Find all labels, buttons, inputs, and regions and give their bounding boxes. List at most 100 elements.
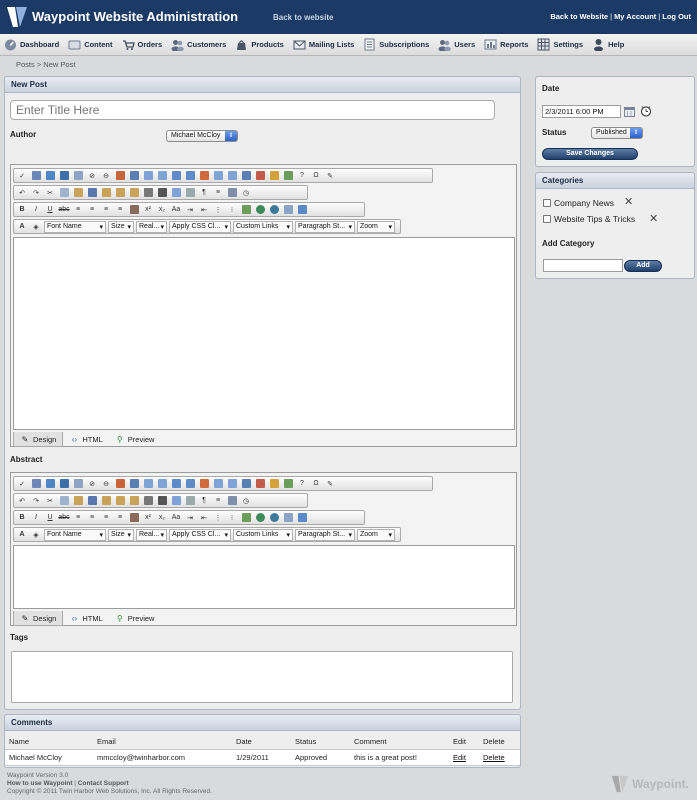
font-name-dropdown[interactable]: Font Name [44, 220, 106, 233]
insert-table-icon[interactable] [128, 478, 140, 490]
nav-content[interactable]: Content [68, 38, 113, 51]
redo-icon[interactable]: ↷ [30, 495, 42, 507]
form-element-icon[interactable] [268, 478, 280, 490]
insert-date-icon[interactable] [226, 495, 238, 507]
edit-properties-icon[interactable] [282, 170, 294, 182]
document-manager-icon[interactable] [72, 170, 84, 182]
find-replace-icon[interactable] [156, 187, 168, 199]
align-left-icon[interactable]: ≡ [72, 512, 84, 524]
spellcheck-icon[interactable]: ✓ [16, 170, 28, 182]
font-color-icon[interactable]: A [16, 221, 28, 233]
font-size-dropdown[interactable]: Size [108, 528, 134, 541]
font-name-dropdown[interactable]: Font Name [44, 528, 106, 541]
convert-case-icon[interactable]: Aa [170, 512, 182, 524]
link-manager-icon[interactable]: ⊖ [100, 478, 112, 490]
log-out-link[interactable]: Log Out [662, 12, 691, 21]
media-manager-icon[interactable] [58, 170, 70, 182]
delete-row-icon[interactable] [198, 478, 210, 490]
insert-image-icon[interactable] [240, 204, 252, 216]
template-manager-icon[interactable] [114, 478, 126, 490]
undo-icon[interactable]: ↶ [16, 187, 28, 199]
insert-time-icon[interactable]: ◷ [240, 495, 252, 507]
paste-icon[interactable] [72, 187, 84, 199]
select-all-icon[interactable] [170, 495, 182, 507]
numbered-list-icon[interactable]: ⋮ [212, 512, 224, 524]
special-characters-icon[interactable]: Ω [310, 170, 322, 182]
cell-properties-icon[interactable] [240, 170, 252, 182]
table-column-icon[interactable] [156, 478, 168, 490]
horizontal-rule-icon[interactable]: ≡ [212, 495, 224, 507]
paste-as-html-icon[interactable] [114, 495, 126, 507]
module-manager-icon[interactable] [296, 512, 308, 524]
font-color-icon[interactable]: A [16, 529, 28, 541]
justify-icon[interactable]: ≡ [114, 512, 126, 524]
font-size-dropdown[interactable]: Size [108, 220, 134, 233]
nav-customers[interactable]: Customers [171, 38, 226, 51]
remove-alignment-icon[interactable] [128, 204, 140, 216]
superscript-icon[interactable]: x² [142, 512, 154, 524]
apply-css-class-dropdown[interactable]: Apply CSS Cl... [169, 528, 231, 541]
background-color-icon[interactable]: ◈ [30, 529, 42, 541]
undo-icon[interactable]: ↶ [16, 495, 28, 507]
author-select[interactable]: Michael McCloy ⇕ [166, 130, 238, 142]
table-properties-icon[interactable] [254, 170, 266, 182]
cut-icon[interactable]: ✂ [44, 187, 56, 199]
nav-mailing-lists[interactable]: Mailing Lists [293, 38, 354, 51]
paste-html-icon[interactable] [128, 187, 140, 199]
table-properties-icon[interactable] [254, 478, 266, 490]
nav-users[interactable]: Users [438, 38, 475, 51]
custom-tool-icon[interactable]: ✎ [324, 170, 336, 182]
print-icon[interactable] [142, 187, 154, 199]
bold-icon[interactable]: B [16, 204, 28, 216]
cell-properties-icon[interactable] [240, 478, 252, 490]
merge-cells-icon[interactable] [212, 170, 224, 182]
bold-icon[interactable]: B [16, 512, 28, 524]
tab-design[interactable]: ✎ Design [13, 611, 64, 626]
nav-products[interactable]: Products [235, 38, 284, 51]
nav-reports[interactable]: Reports [484, 38, 528, 51]
waypoint-logo-icon[interactable] [6, 5, 28, 29]
outdent-icon[interactable]: ⇤ [198, 204, 210, 216]
nav-dashboard[interactable]: Dashboard [4, 38, 59, 51]
spellcheck-icon[interactable]: ✓ [16, 478, 28, 490]
paragraph-mark-icon[interactable]: ¶ [198, 495, 210, 507]
italic-icon[interactable]: I [30, 204, 42, 216]
align-left-icon[interactable]: ≡ [72, 204, 84, 216]
apply-css-class-dropdown[interactable]: Apply CSS Cl... [169, 220, 231, 233]
insert-symbol-icon[interactable] [282, 512, 294, 524]
real-font-size-dropdown[interactable]: Real... [136, 220, 167, 233]
outdent-icon[interactable]: ⇤ [198, 512, 210, 524]
module-manager-icon[interactable] [296, 204, 308, 216]
custom-links-dropdown[interactable]: Custom Links [233, 528, 293, 541]
copy-icon[interactable] [58, 187, 70, 199]
add-category-button[interactable]: Add [624, 260, 662, 272]
find-replace-icon[interactable] [156, 495, 168, 507]
paste-html-icon[interactable] [128, 495, 140, 507]
contact-support-link[interactable]: Contact Support [78, 780, 129, 787]
form-element-icon[interactable] [268, 170, 280, 182]
remove-link-icon[interactable] [268, 204, 280, 216]
tab-html[interactable]: ‹› HTML [63, 432, 108, 447]
bulleted-list-icon[interactable]: ⁝ [226, 512, 238, 524]
media-manager-icon[interactable] [58, 478, 70, 490]
nav-subscriptions[interactable]: Subscriptions [363, 38, 429, 51]
align-right-icon[interactable]: ≡ [100, 204, 112, 216]
nav-help[interactable]: Help [592, 38, 624, 51]
insert-column-right-icon[interactable] [184, 478, 196, 490]
body-content-area[interactable] [13, 237, 515, 430]
paste-plain-text-icon[interactable] [100, 187, 112, 199]
special-characters-icon[interactable]: Ω [310, 478, 322, 490]
paste-as-html-icon[interactable] [114, 187, 126, 199]
table-row-icon[interactable] [142, 170, 154, 182]
tab-design[interactable]: ✎ Design [13, 432, 64, 447]
justify-icon[interactable]: ≡ [114, 204, 126, 216]
custom-tool-icon[interactable]: ✎ [324, 478, 336, 490]
indent-icon[interactable]: ⇥ [184, 512, 196, 524]
delete-row-icon[interactable] [198, 170, 210, 182]
paragraph-mark-icon[interactable]: ¶ [198, 187, 210, 199]
insert-column-left-icon[interactable] [170, 478, 182, 490]
print-icon[interactable] [142, 495, 154, 507]
indent-icon[interactable]: ⇥ [184, 204, 196, 216]
abstract-content-area[interactable] [13, 545, 515, 609]
align-right-icon[interactable]: ≡ [100, 512, 112, 524]
